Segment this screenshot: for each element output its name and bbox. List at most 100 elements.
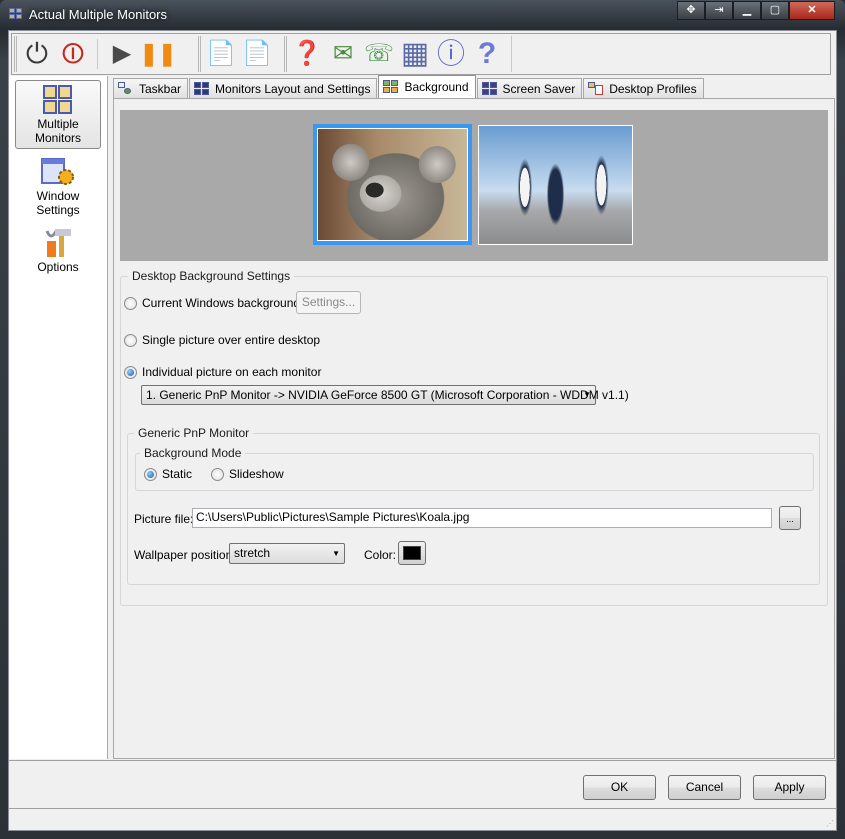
- desktop-profiles-icon: [588, 81, 604, 96]
- admin-settings-button[interactable]: 📄: [241, 38, 273, 70]
- about-button[interactable]: ⓘ: [435, 38, 467, 70]
- monitor-1-preview[interactable]: [313, 124, 472, 245]
- sidebar-item-multiple-monitors[interactable]: Multiple Monitors: [15, 80, 101, 149]
- monitors-icon: ▦: [400, 37, 430, 70]
- tab-label: Monitors Layout and Settings: [215, 81, 371, 96]
- background-mode-group: Background Mode Static Slideshow: [135, 446, 814, 491]
- tab-strip: Taskbar Monitors Layout and Settings Bac…: [113, 75, 705, 98]
- cancel-button[interactable]: Cancel: [668, 775, 741, 800]
- background-icon: [383, 80, 399, 94]
- sidebar-item-window-settings[interactable]: Window Settings: [15, 153, 101, 220]
- koala-wallpaper: [318, 129, 467, 240]
- settings-button[interactable]: Settings...: [296, 291, 361, 314]
- resize-grip-icon[interactable]: ⋰: [826, 819, 834, 828]
- help-button[interactable]: ?: [471, 38, 503, 70]
- radio-button[interactable]: [144, 467, 157, 481]
- radio-single-picture[interactable]: Single picture over entire desktop: [124, 333, 320, 347]
- monitors-layout-icon: [194, 81, 210, 96]
- generic-pnp-monitor-group: Generic PnP Monitor Background Mode Stat…: [127, 426, 820, 585]
- shutdown-button[interactable]: ⏼: [57, 38, 89, 70]
- radio-static[interactable]: Static: [144, 467, 192, 481]
- support-icon: ☏: [363, 40, 394, 67]
- maximize-icon: ▢: [769, 4, 781, 16]
- wallpaper-position-select[interactable]: stretch ▼: [229, 543, 345, 564]
- sidebar-item-label: Multiple Monitors: [34, 117, 81, 145]
- support-button[interactable]: ☏: [363, 38, 395, 70]
- window-client: ⏻ ⏼ ▶ ❚❚ 📄 📄 ❓ ✉ ☏ ▦ ⓘ ? Multiple Monito…: [8, 30, 837, 831]
- sidebar-item-label: Options: [37, 260, 79, 274]
- taskbar-icon: [118, 81, 134, 96]
- maximize-button[interactable]: ▢: [761, 1, 789, 20]
- user-settings-button[interactable]: 📄: [205, 38, 237, 70]
- radio-button[interactable]: [124, 365, 137, 379]
- app-window: Actual Multiple Monitors ✥ ⇥ ▁ ▢ ✕ ⏻ ⏼ ▶…: [0, 0, 845, 839]
- ok-button[interactable]: OK: [583, 775, 656, 800]
- minimize-button[interactable]: ▁: [733, 1, 761, 20]
- tab-taskbar[interactable]: Taskbar: [113, 78, 189, 98]
- tab-label: Taskbar: [139, 81, 182, 96]
- group-label: Background Mode: [140, 446, 246, 460]
- pin-button[interactable]: ⇥: [705, 1, 733, 20]
- monitor-select[interactable]: 1. Generic PnP Monitor -> NVIDIA GeForce…: [141, 385, 629, 405]
- toolbar-group-control: ⏻ ⏼ ▶ ❚❚: [14, 36, 177, 72]
- radio-individual-picture[interactable]: Individual picture on each monitor: [124, 365, 321, 379]
- admin-settings-icon: 📄: [242, 40, 272, 67]
- penguins-wallpaper: [479, 126, 632, 244]
- radio-current-windows-background[interactable]: Current Windows background: [124, 296, 300, 310]
- radio-label: Single picture over entire desktop: [142, 333, 321, 347]
- radio-button[interactable]: [124, 296, 137, 310]
- monitors-button[interactable]: ▦: [399, 38, 431, 70]
- window-settings-icon: [15, 155, 101, 189]
- move-icon: ✥: [686, 4, 696, 16]
- radio-button[interactable]: [124, 333, 137, 347]
- close-icon: ✕: [807, 4, 817, 16]
- tab-background[interactable]: Background: [378, 75, 476, 98]
- wallpaper-position-value: stretch: [234, 546, 271, 560]
- pause-button[interactable]: ❚❚: [140, 38, 177, 70]
- app-icon: [9, 8, 23, 20]
- email-button[interactable]: ✉: [327, 38, 359, 70]
- power-icon: ⏻: [25, 38, 49, 69]
- help-icon: ?: [477, 37, 497, 70]
- sidebar-item-options[interactable]: Options: [15, 224, 101, 277]
- group-label: Generic PnP Monitor: [134, 426, 254, 440]
- email-icon: ✉: [332, 40, 354, 67]
- power-button[interactable]: ⏻: [21, 38, 53, 70]
- screen-saver-icon: [481, 81, 498, 96]
- sidebar: Multiple Monitors Window Settings Option…: [9, 76, 108, 759]
- help-doc-button[interactable]: ❓: [291, 38, 323, 70]
- radio-label: Individual picture on each monitor: [142, 365, 322, 379]
- title-bar[interactable]: Actual Multiple Monitors ✥ ⇥ ▁ ▢ ✕: [0, 0, 845, 28]
- wallpaper-position-label: Wallpaper position:: [134, 548, 236, 562]
- status-bar-divider: [9, 808, 836, 809]
- radio-label: Current Windows background: [142, 296, 301, 310]
- chevron-down-icon: ▼: [332, 549, 340, 558]
- background-panel: Desktop Background Settings Current Wind…: [113, 98, 835, 759]
- tab-screen-saver[interactable]: Screen Saver: [476, 78, 583, 98]
- group-label: Desktop Background Settings: [128, 269, 295, 283]
- radio-button[interactable]: [211, 467, 224, 481]
- color-swatch: [403, 546, 421, 560]
- picture-file-input[interactable]: C:\Users\Public\Pictures\Sample Pictures…: [192, 508, 772, 528]
- close-button[interactable]: ✕: [789, 1, 835, 20]
- browse-button[interactable]: ...: [779, 506, 801, 530]
- help-doc-icon: ❓: [292, 40, 322, 67]
- monitor-2-preview[interactable]: [478, 125, 633, 245]
- radio-label: Slideshow: [229, 467, 284, 481]
- toolbar: ⏻ ⏼ ▶ ❚❚ 📄 📄 ❓ ✉ ☏ ▦ ⓘ ?: [11, 33, 831, 75]
- move-button[interactable]: ✥: [677, 1, 705, 20]
- apply-button[interactable]: Apply: [753, 775, 826, 800]
- color-picker-button[interactable]: [398, 541, 426, 565]
- desktop-background-settings-group: Desktop Background Settings Current Wind…: [120, 269, 828, 606]
- user-settings-icon: 📄: [206, 40, 236, 67]
- toolbar-group-settings: 📄 📄: [198, 36, 273, 72]
- play-button[interactable]: ▶: [106, 38, 138, 70]
- pin-icon: ⇥: [714, 4, 724, 16]
- toolbar-separator: [97, 39, 98, 69]
- shutdown-icon: ⏼: [61, 38, 85, 69]
- radio-slideshow[interactable]: Slideshow: [211, 467, 284, 481]
- tab-desktop-profiles[interactable]: Desktop Profiles: [583, 78, 704, 98]
- minimize-icon: ▁: [742, 4, 752, 16]
- tab-monitors-layout[interactable]: Monitors Layout and Settings: [189, 78, 378, 98]
- color-label: Color:: [364, 548, 397, 562]
